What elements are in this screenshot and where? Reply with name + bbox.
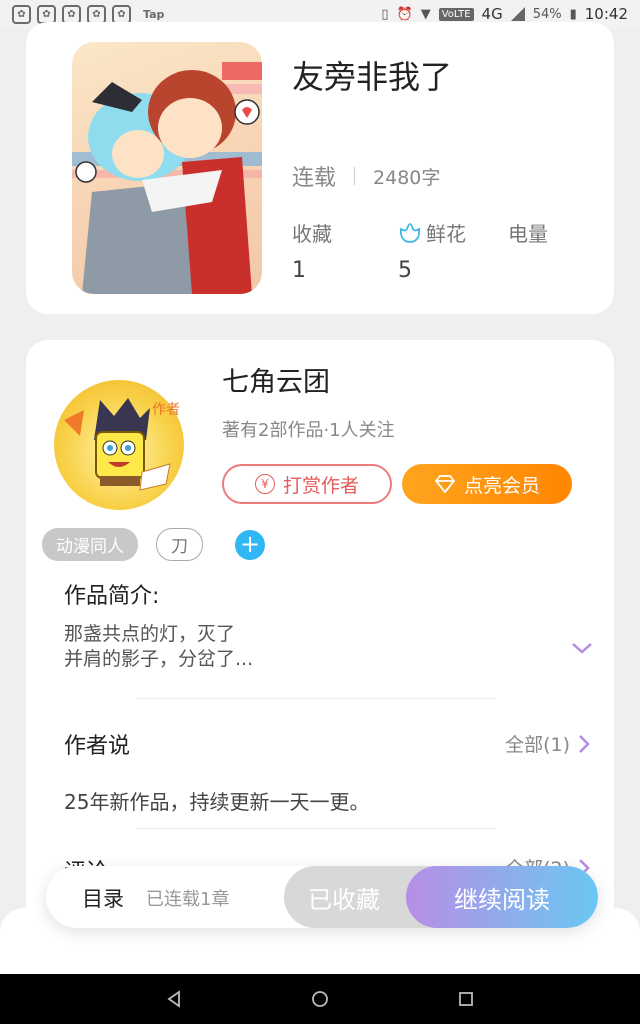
volte-badge: VoLTE bbox=[438, 7, 474, 21]
add-tag-button[interactable]: + bbox=[235, 529, 265, 560]
system-nav-bar bbox=[0, 974, 640, 1024]
baidu-paw-icon: ✿ bbox=[37, 4, 56, 24]
book-meta: 连载 2480字 bbox=[292, 160, 440, 192]
author-badge: 作者 bbox=[152, 402, 180, 418]
stat-favorites-label: 收藏 bbox=[292, 222, 332, 246]
cover-illustration bbox=[72, 62, 262, 294]
baidu-paw-icon: ✿ bbox=[112, 4, 131, 24]
intro-text: 那盏共点的灯，灭了 并肩的影子，分岔了... bbox=[64, 622, 524, 672]
vip-button[interactable]: 点亮会员 bbox=[402, 464, 572, 504]
author-summary: 著有2部作品·1人关注 bbox=[222, 420, 395, 441]
word-count: 2480字 bbox=[373, 166, 441, 189]
continue-reading-label: 继续阅读 bbox=[454, 885, 550, 914]
chevron-right-icon bbox=[579, 734, 590, 753]
vibrate-icon: ▯ bbox=[381, 6, 389, 22]
recents-icon[interactable] bbox=[457, 990, 475, 1008]
collected-label: 已收藏 bbox=[308, 885, 380, 914]
continue-reading-button[interactable]: 继续阅读 bbox=[406, 866, 598, 928]
author-card: 作者 七角云团 著有2部作品·1人关注 ¥ 打赏作者 点亮会员 动漫同人 刀 +… bbox=[26, 340, 614, 940]
stat-favorites-value: 1 bbox=[292, 258, 306, 283]
divider bbox=[136, 698, 496, 699]
stat-flowers[interactable]: 鲜花 bbox=[398, 218, 466, 247]
baidu-paw-icon: ✿ bbox=[62, 4, 81, 24]
serial-status: 连载 bbox=[292, 166, 337, 191]
battery-icon: ▮ bbox=[569, 6, 577, 22]
author-says-title: 作者说 bbox=[64, 734, 131, 759]
author-avatar[interactable]: 作者 bbox=[54, 380, 184, 510]
network-type: 4G bbox=[481, 5, 503, 23]
diamond-icon bbox=[434, 475, 456, 493]
meta-divider bbox=[354, 167, 356, 185]
yen-coin-icon: ¥ bbox=[254, 474, 275, 494]
book-info-card: 友旁非我了 连载 2480字 收藏 1 鲜花 5 电量 bbox=[26, 22, 614, 314]
author-name[interactable]: 七角云团 bbox=[222, 360, 330, 399]
divider bbox=[136, 828, 496, 829]
wifi-icon: ▼ bbox=[420, 6, 431, 22]
catalog-button[interactable]: 目录 bbox=[82, 883, 124, 913]
intro-title: 作品简介: bbox=[64, 584, 160, 609]
reward-author-label: 打赏作者 bbox=[282, 474, 359, 497]
clock: 10:42 bbox=[584, 5, 628, 23]
stat-flowers-value: 5 bbox=[398, 258, 412, 283]
tag-list: 动漫同人 刀 + bbox=[42, 528, 265, 561]
book-cover-image[interactable] bbox=[72, 42, 262, 294]
back-icon[interactable] bbox=[165, 990, 183, 1008]
bottom-action-bar: 目录 已连载1章 已收藏 继续阅读 bbox=[46, 866, 598, 928]
tag-item[interactable]: 动漫同人 bbox=[42, 528, 138, 561]
author-says-text: 25年新作品，持续更新一天一更。 bbox=[64, 790, 370, 814]
book-title: 友旁非我了 bbox=[292, 58, 453, 96]
reward-author-button[interactable]: ¥ 打赏作者 bbox=[222, 464, 392, 504]
author-says-all-label: 全部(1) bbox=[505, 734, 570, 756]
stat-flowers-label: 鲜花 bbox=[426, 222, 466, 246]
intro-line: 那盏共点的灯，灭了 bbox=[64, 623, 236, 645]
system-status: ▯ ⏰ ▼ VoLTE 4G 54% ▮ 10:42 bbox=[381, 5, 628, 23]
flower-icon bbox=[399, 223, 421, 243]
vip-label: 点亮会员 bbox=[463, 474, 540, 497]
notification-icons: ✿ ✿ ✿ ✿ ✿ Tap bbox=[12, 4, 165, 24]
home-icon[interactable] bbox=[311, 990, 329, 1008]
chevron-down-icon[interactable] bbox=[570, 640, 594, 656]
alarm-icon: ⏰ bbox=[396, 6, 413, 22]
author-says-all-link[interactable]: 全部(1) bbox=[505, 730, 590, 757]
chapter-count: 已连载1章 bbox=[146, 889, 230, 910]
tap-app-icon: Tap bbox=[143, 7, 165, 21]
stat-power-label[interactable]: 电量 bbox=[508, 218, 548, 247]
baidu-paw-icon: ✿ bbox=[12, 4, 31, 24]
intro-line: 并肩的影子，分岔了... bbox=[64, 648, 254, 670]
baidu-paw-icon: ✿ bbox=[87, 4, 106, 24]
avatar-illustration: 作者 bbox=[64, 398, 180, 491]
battery-percent: 54% bbox=[532, 6, 562, 22]
tag-item[interactable]: 刀 bbox=[156, 528, 203, 561]
signal-icon bbox=[510, 7, 525, 21]
